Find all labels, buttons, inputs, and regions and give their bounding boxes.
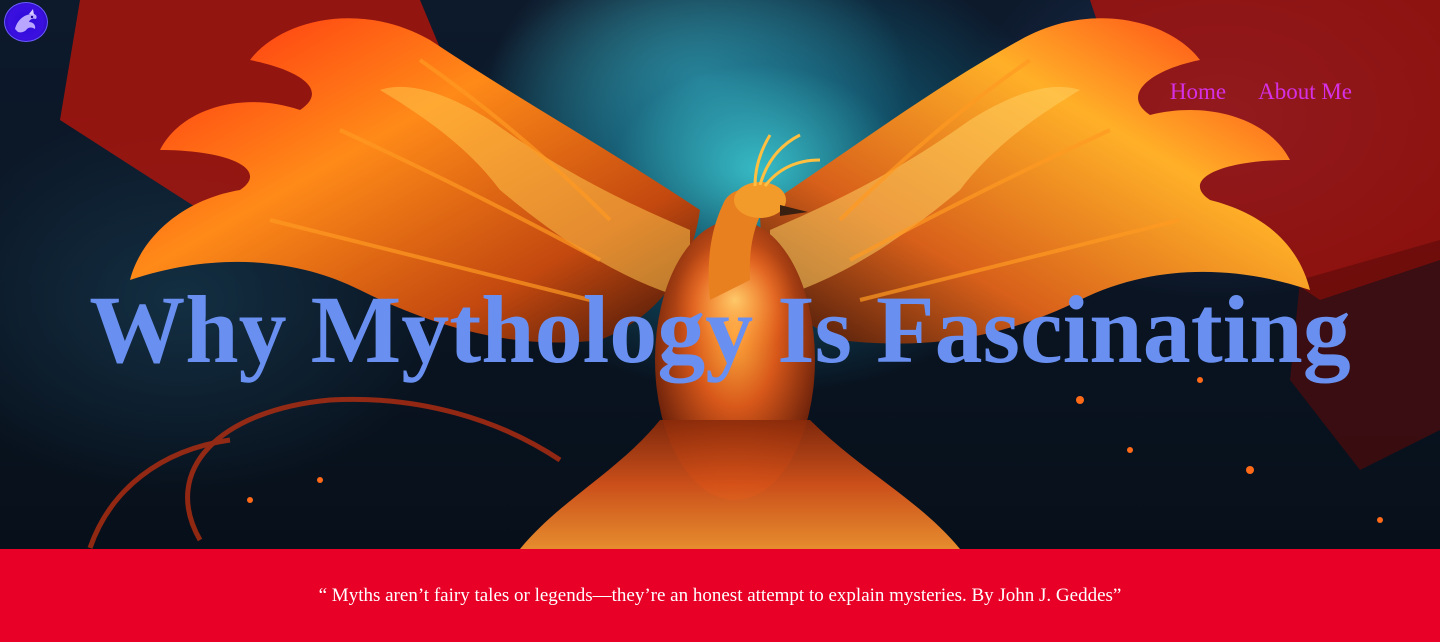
- site-logo[interactable]: [4, 2, 48, 42]
- page: Home About Me Why Mythology Is Fascinati…: [0, 0, 1440, 642]
- purple-dragon-logo-icon: [15, 9, 37, 33]
- quote-text: “ Myths aren’t fairy tales or legends—th…: [318, 585, 1122, 606]
- main-nav: Home About Me: [1170, 79, 1352, 105]
- nav-link-about-me[interactable]: About Me: [1258, 79, 1352, 105]
- nav-link-home[interactable]: Home: [1170, 79, 1226, 105]
- hero-section: Home About Me Why Mythology Is Fascinati…: [0, 0, 1440, 549]
- hero-title: Why Mythology Is Fascinating: [89, 276, 1351, 383]
